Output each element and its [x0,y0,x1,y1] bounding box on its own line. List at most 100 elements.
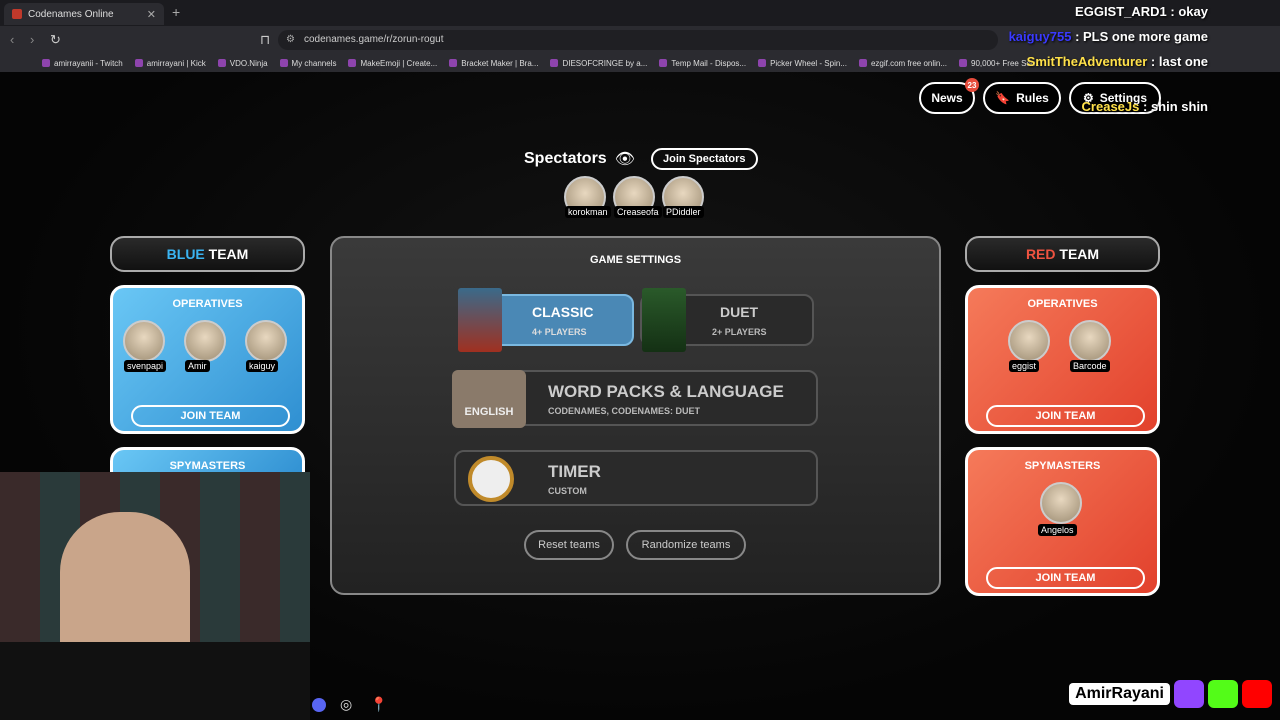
duet-box-art [642,288,686,352]
chat-text: last one [1158,54,1208,69]
chat-username: CreaseJs [1081,99,1140,114]
classic-label: CLASSIC [532,304,594,320]
blue-word: BLUE [166,246,205,262]
chat-message: kaiguy755 : PLS one more game [1008,29,1208,44]
join-spectators-button[interactable]: Join Spectators [651,148,758,170]
bookmark-item[interactable]: Temp Mail - Dispos... [653,59,752,68]
chat-message: SmitTheAdventurer : last one [1026,54,1208,69]
site-info-icon[interactable]: ⚙ [286,34,295,45]
bookmark-favicon-icon [659,59,668,67]
duet-mode-button[interactable]: DUET 2+ PLAYERS [640,288,814,352]
news-button[interactable]: News 23 [919,78,979,114]
timer-button[interactable]: TIMER CUSTOM [454,450,818,506]
timer-label: TIMER [548,462,601,481]
chat-text: PLS one more game [1083,29,1208,44]
bookmark-favicon-icon [959,59,968,67]
bookmark-outline-icon: 🔖 [995,91,1011,105]
blue-team-word: TEAM [208,246,249,262]
classic-mode-button[interactable]: CLASSIC 4+ PLAYERS [458,288,634,352]
red-spymasters-card: SPYMASTERS Angelos JOIN TEAM [965,447,1160,596]
bookmark-item[interactable]: Bracket Maker | Bra... [443,59,544,68]
bookmark-item[interactable]: ezgif.com free onlin... [853,59,953,68]
bookmark-item[interactable]: DIESOFCRINGE by a... [544,59,653,68]
reload-icon[interactable]: ↻ [50,32,61,48]
youtube-icon [1242,680,1272,708]
chat-message: EGGIST_ARD1 : okay [1075,4,1208,19]
bookmark-item[interactable]: VDO.Ninja [212,59,274,68]
bookmark-item[interactable]: MakeEmoji | Create... [342,59,443,68]
bookmark-favicon-icon [134,59,143,67]
red-operatives-title: OPERATIVES [1027,298,1098,310]
red-operatives-card: OPERATIVES eggist Barcode JOIN TEAM [965,285,1160,434]
browser-tab[interactable]: Codenames Online ✕ [4,3,164,25]
bookmark-item[interactable]: My channels [274,59,343,68]
bookmark-favicon-icon [42,59,50,67]
avatar [245,320,287,362]
red-team-header: RED TEAM [965,236,1160,272]
news-badge: 23 [965,78,979,92]
discord-icon[interactable] [312,698,326,712]
avatar [123,320,165,362]
news-label: News [931,91,963,105]
red-spymaster-name: Angelos [1038,524,1077,536]
english-card: ENGLISH [452,370,526,428]
spectator-name: PDiddler [663,206,704,218]
randomize-teams-button[interactable]: Randomize teams [626,530,746,560]
bookmark-favicon-icon [758,59,767,67]
bookmark-item[interactable]: amirrayanii - Twitch [36,59,129,68]
bookmark-favicon-icon [279,59,288,67]
timer-sub: CUSTOM [548,486,587,496]
blue-join-operatives-button[interactable]: JOIN TEAM [131,405,290,427]
rules-button[interactable]: 🔖 Rules [983,82,1061,114]
chat-username: EGGIST_ARD1 [1075,4,1167,19]
tab-title: Codenames Online [28,8,114,20]
rules-label: Rules [1016,91,1049,105]
blue-operatives-card: OPERATIVES svenpapi Amir kaiguy JOIN TEAM [110,285,305,434]
red-word: RED [1025,246,1056,262]
forward-icon[interactable]: › [30,32,34,47]
spectator-name: Creaseofa [614,206,662,218]
word-packs-button[interactable]: ENGLISH WORD PACKS & LANGUAGE CODENAMES,… [452,370,818,428]
codenames-favicon-icon [12,9,22,19]
obs-icon[interactable]: ◎ [340,696,352,713]
codenames-page: News 23 🔖 Rules ⚙ Settings Spectators 👁 … [0,72,1280,720]
bookmark-item[interactable]: Picker Wheel - Spin... [752,59,853,68]
red-join-spymasters-button[interactable]: JOIN TEAM [986,567,1145,589]
streamer-logo: AmirRayani [1069,680,1272,708]
avatar [184,320,226,362]
chat-text: okay [1178,4,1208,19]
back-icon[interactable]: ‹ [10,32,14,47]
classic-box-art [458,288,502,352]
bookmark-item[interactable]: amirrayani | Kick [129,59,212,68]
overlay-name: AmirRayani [1069,683,1170,705]
url-text: codenames.game/r/zorun-rogut [304,34,444,45]
bookmark-icon[interactable]: ⊓ [260,32,270,48]
word-packs-sub: CODENAMES, CODENAMES: DUET [548,406,701,416]
blue-spymasters-title: SPYMASTERS [169,460,246,472]
classic-sub: 4+ PLAYERS [532,327,587,337]
chat-message: CreaseJs : shin shin [1081,99,1208,114]
operative-name: Barcode [1070,360,1110,372]
streamer-shirt [0,642,310,720]
spectator-name: korokman [565,206,611,218]
operative-name: Amir [185,360,210,372]
game-settings-title: GAME SETTINGS [589,254,682,266]
reset-teams-button[interactable]: Reset teams [524,530,614,560]
eye-icon: 👁 [614,151,636,168]
chat-text: shin shin [1150,99,1208,114]
spectators-header: Spectators 👁 Join Spectators [524,148,758,170]
operative-name: eggist [1009,360,1040,372]
stopwatch-icon [468,456,514,502]
blue-operatives-title: OPERATIVES [172,298,243,310]
new-tab-icon[interactable]: + [172,4,180,20]
operative-name: kaiguy [246,360,279,372]
avatar [1040,482,1082,524]
duet-sub: 2+ PLAYERS [712,327,767,337]
operative-name: svenpapi [124,360,167,372]
red-join-operatives-button[interactable]: JOIN TEAM [986,405,1145,427]
red-spymasters-title: SPYMASTERS [1024,460,1101,472]
pin-icon[interactable]: 📍 [370,696,387,713]
close-tab-icon[interactable]: ✕ [147,8,156,21]
bookmark-favicon-icon [217,59,226,67]
url-field[interactable]: ⚙ codenames.game/r/zorun-rogut [278,30,998,50]
